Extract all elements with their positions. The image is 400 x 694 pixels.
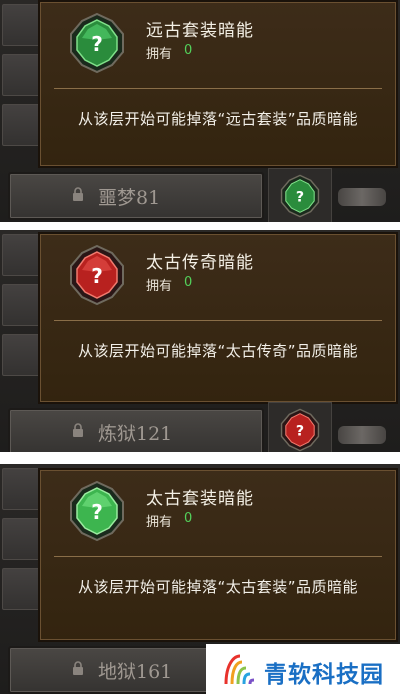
blurred-content (338, 426, 386, 444)
owned-count: 0 (184, 275, 193, 290)
floor-button-purgatory-121[interactable]: 炼狱121 (8, 408, 264, 452)
svg-text:?: ? (296, 190, 304, 206)
gem-slot[interactable]: ? (268, 402, 332, 452)
blurred-content (338, 188, 386, 206)
floor-button-nightmare-81[interactable]: 噩梦81 (8, 172, 264, 220)
svg-text:?: ? (91, 500, 103, 524)
green-gem-icon: ? (66, 12, 128, 74)
tooltip-description: 从该层开始可能掉落“远古套装”品质暗能 (77, 110, 359, 128)
floor-label: 地狱161 (98, 661, 173, 683)
green-gem-icon: ? (278, 174, 322, 218)
lock-icon (72, 423, 84, 437)
watermark-text: 青软科技园 (264, 662, 384, 688)
background-row (2, 284, 40, 326)
floor-label: 炼狱121 (98, 423, 173, 445)
watermark: 青软科技园 (206, 644, 400, 694)
background-row (2, 468, 40, 510)
owned-label: 拥有 (146, 515, 173, 530)
green-gem-icon: ? (66, 480, 128, 542)
lock-icon (72, 187, 84, 201)
tooltip-description: 从该层开始可能掉落“太古传奇”品质暗能 (77, 342, 359, 360)
tooltip-title: 太古传奇暗能 (146, 253, 254, 273)
owned-label: 拥有 (146, 279, 173, 294)
svg-text:?: ? (91, 32, 103, 56)
panel-nightmare: ? 远古套装暗能 拥有 0 从该层开始可能掉落“远古套装”品质暗能 噩梦81 ? (0, 0, 400, 222)
tooltip-title: 太古套装暗能 (146, 489, 254, 509)
watermark-logo-icon (222, 650, 258, 690)
divider (54, 88, 382, 89)
owned-count: 0 (184, 511, 193, 526)
lock-icon (72, 661, 84, 675)
owned-count: 0 (184, 43, 193, 58)
floor-label: 噩梦81 (98, 187, 161, 209)
gem-tooltip: ? 太古套装暗能 拥有 0 从该层开始可能掉落“太古套装”品质暗能 (38, 468, 398, 642)
divider (54, 556, 382, 557)
tooltip-title: 远古套装暗能 (146, 21, 254, 41)
owned-label: 拥有 (146, 47, 173, 62)
background-row (2, 4, 40, 46)
red-gem-icon: ? (278, 408, 322, 452)
background-row (2, 334, 40, 376)
panel-purgatory: ? 太古传奇暗能 拥有 0 从该层开始可能掉落“太古传奇”品质暗能 炼狱121 … (0, 230, 400, 452)
gem-tooltip: ? 远古套装暗能 拥有 0 从该层开始可能掉落“远古套装”品质暗能 (38, 0, 398, 168)
divider (54, 320, 382, 321)
red-gem-icon: ? (66, 244, 128, 306)
background-row (2, 104, 40, 146)
gem-slot[interactable]: ? (268, 168, 332, 222)
svg-text:?: ? (296, 424, 304, 440)
background-row (2, 54, 40, 96)
background-row (2, 568, 40, 610)
tooltip-description: 从该层开始可能掉落“太古套装”品质暗能 (77, 578, 359, 596)
background-row (2, 518, 40, 560)
background-row (2, 234, 40, 276)
svg-text:?: ? (91, 264, 103, 288)
gem-tooltip: ? 太古传奇暗能 拥有 0 从该层开始可能掉落“太古传奇”品质暗能 (38, 232, 398, 404)
